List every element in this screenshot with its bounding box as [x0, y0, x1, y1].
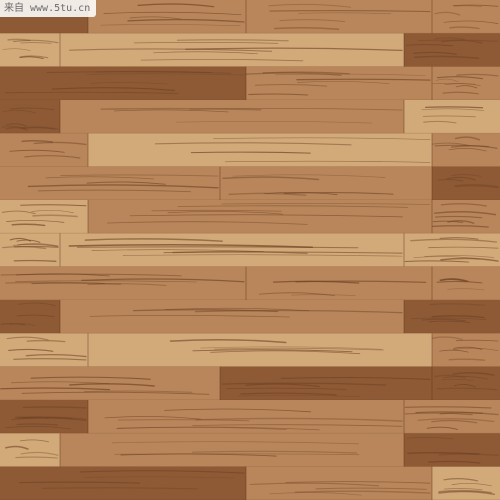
wood-plank-medium	[245, 266, 432, 300]
wood-plank-light	[0, 433, 60, 467]
wood-plank-medium	[431, 200, 500, 234]
plank-surface	[60, 300, 404, 334]
wood-plank-light	[87, 333, 432, 367]
wood-plank-medium	[59, 300, 404, 334]
wood-plank-dark	[0, 466, 246, 500]
plank-surface	[404, 300, 500, 334]
plank-surface	[432, 133, 500, 167]
wood-plank-dark	[0, 400, 88, 434]
wood-plank-medium	[59, 100, 404, 134]
plank-surface	[246, 66, 432, 100]
wood-plank-light	[0, 233, 60, 267]
plank-surface	[432, 366, 500, 400]
wood-plank-medium	[245, 66, 432, 100]
wood-plank-medium	[245, 466, 432, 500]
wood-plank-dark	[219, 366, 432, 400]
wood-plank-light	[403, 100, 500, 134]
wood-plank-medium	[0, 166, 220, 200]
plank-surface	[88, 0, 246, 34]
wood-plank-medium	[87, 400, 404, 434]
wood-plank-dark	[0, 300, 60, 334]
wood-plank-medium	[245, 0, 432, 34]
plank-surface	[404, 100, 500, 134]
watermark: 来自 www.5tu.cn	[0, 0, 97, 17]
wood-plank-dark	[0, 66, 246, 100]
wood-plank-medium	[87, 0, 246, 34]
wood-plank-medium	[431, 0, 500, 34]
wood-floor-texture: 来自 www.5tu.cn	[0, 0, 500, 500]
plank-surface	[432, 266, 500, 300]
plank-surface	[60, 100, 404, 134]
wood-plank-medium	[431, 66, 500, 100]
wood-plank-medium	[431, 266, 500, 300]
wood-plank-medium	[431, 333, 500, 367]
wood-plank-dark	[403, 300, 500, 334]
wood-plank-light	[431, 466, 500, 500]
plank-surface	[0, 433, 60, 467]
wood-plank-light	[87, 133, 432, 167]
plank-surface	[0, 233, 60, 267]
wood-plank-light	[0, 333, 88, 367]
wood-plank-light	[59, 233, 404, 267]
wood-plank-medium	[403, 400, 500, 434]
wood-plank-light	[0, 200, 88, 234]
wood-plank-dark	[403, 433, 500, 467]
wood-plank-dark	[431, 166, 500, 200]
wood-plank-medium	[87, 200, 432, 234]
wood-plank-medium	[0, 266, 246, 300]
wood-plank-light	[403, 233, 500, 267]
wood-plank-dark	[0, 100, 60, 134]
plank-surface	[60, 433, 404, 467]
wood-plank-dark	[403, 33, 500, 67]
wood-plank-light	[59, 33, 404, 67]
plank-surface	[220, 166, 432, 200]
wood-plank-medium	[0, 366, 220, 400]
plank-surface	[432, 166, 500, 200]
plank-surface	[432, 333, 500, 367]
wood-plank-dark	[431, 366, 500, 400]
wood-plank-medium	[219, 166, 432, 200]
plank-surface	[0, 33, 60, 67]
wood-plank-medium	[59, 433, 404, 467]
wood-plank-light	[0, 33, 60, 67]
parquet-planks	[0, 0, 500, 500]
wood-plank-medium	[0, 133, 88, 167]
plank-surface	[0, 166, 220, 200]
wood-plank-medium	[431, 133, 500, 167]
